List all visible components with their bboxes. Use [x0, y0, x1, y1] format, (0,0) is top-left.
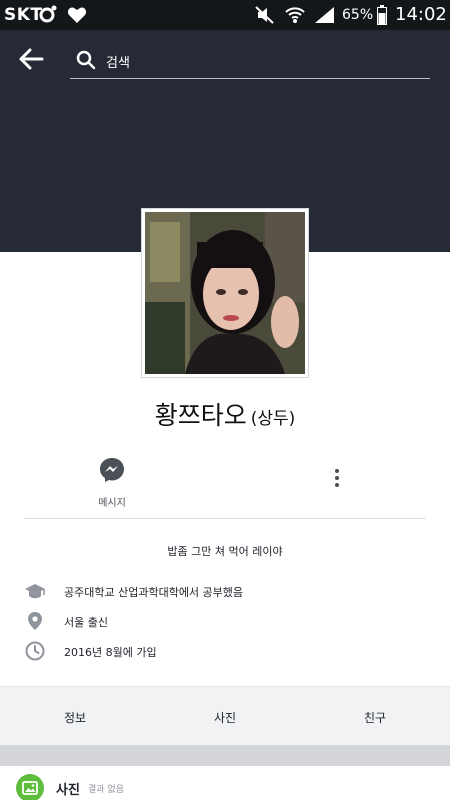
more-dot-icon — [335, 476, 339, 480]
profile-name-row: 황쯔타오 (상두) — [0, 396, 450, 432]
tab-friends[interactable]: 친구 — [335, 709, 415, 726]
message-label: 메시지 — [98, 498, 126, 509]
photos-badge — [16, 774, 44, 800]
back-button[interactable] — [18, 48, 52, 74]
status-bar: SKT 65% 14:02 — [0, 0, 450, 30]
location-pin-icon — [28, 612, 42, 630]
app-notification-icon — [39, 5, 57, 23]
message-button[interactable]: 메시지 — [86, 456, 138, 509]
carrier-label: SKT — [4, 5, 43, 25]
heart-icon — [67, 7, 87, 23]
battery-icon — [377, 5, 387, 25]
signal-icon — [315, 7, 334, 23]
photo-icon — [22, 781, 38, 795]
divider — [24, 518, 426, 519]
search-placeholder: 검색 — [106, 56, 130, 71]
more-options-button[interactable] — [326, 466, 348, 496]
photos-section-title: 사진 — [56, 783, 80, 798]
profile-alt-name: (상두) — [250, 409, 296, 429]
profile-name: 황쯔타오 — [154, 401, 247, 430]
info-hometown[interactable]: 서울 출신 — [24, 610, 424, 632]
section-separator — [0, 746, 450, 766]
photos-section[interactable]: 사진 결과 없음 — [0, 766, 450, 800]
profile-photo[interactable] — [141, 208, 309, 378]
more-dot-icon — [335, 483, 339, 487]
photos-section-subtitle: 결과 없음 — [88, 785, 124, 795]
messenger-icon — [100, 458, 124, 482]
wifi-icon — [285, 7, 305, 23]
clock-icon — [25, 641, 45, 661]
info-hometown-text: 서울 출신 — [64, 616, 108, 629]
tab-photos[interactable]: 사진 — [185, 709, 265, 726]
back-arrow-icon — [19, 48, 44, 70]
profile-picture — [145, 212, 305, 374]
info-joined-text: 2016년 8월에 가입 — [64, 646, 157, 659]
profile-bio: 밥좀 그만 쳐 먹어 레이야 — [167, 545, 283, 558]
clock-time: 14:02 — [395, 4, 447, 25]
mute-icon — [255, 6, 274, 24]
info-joined: 2016년 8월에 가입 — [24, 640, 424, 662]
more-dot-icon — [335, 469, 339, 473]
profile-tabs: 정보 사진 친구 — [0, 686, 450, 746]
info-education[interactable]: 공주대학교 산업과학대학에서 공부했음 — [24, 580, 424, 602]
graduation-cap-icon — [25, 584, 45, 599]
search-icon — [76, 50, 96, 70]
battery-percent: 65% — [342, 7, 374, 23]
search-input[interactable]: 검색 — [70, 43, 430, 79]
tab-about[interactable]: 정보 — [35, 709, 115, 726]
info-education-text: 공주대학교 산업과학대학에서 공부했음 — [64, 586, 244, 599]
